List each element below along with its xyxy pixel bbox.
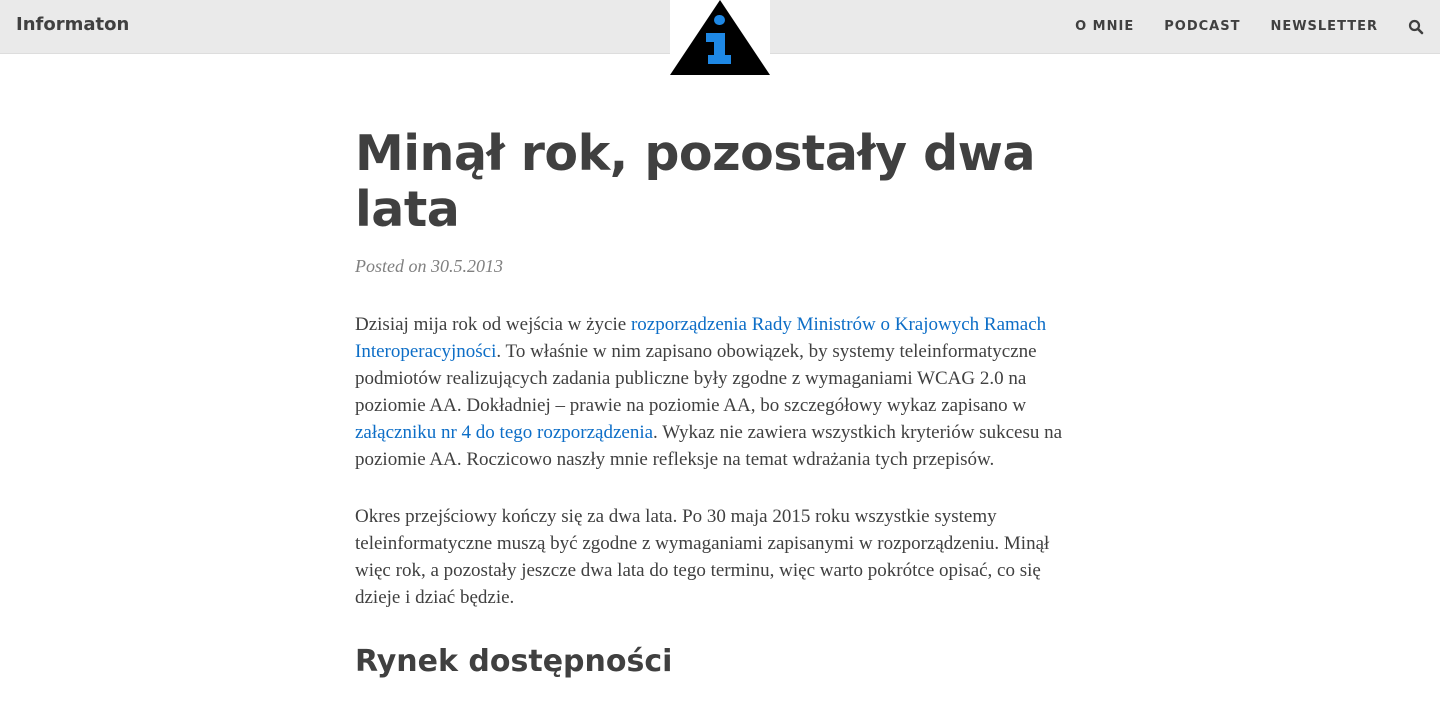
posted-prefix: Posted on [355,256,427,276]
top-navbar: Informaton O MNIE PODCAST NEWSLETTER [0,0,1440,76]
article-paragraph-2: Okres przejściowy kończy się za dwa lata… [355,506,1050,608]
info-triangle-icon [670,0,770,75]
main-nav: O MNIE PODCAST NEWSLETTER [1045,0,1424,53]
post-meta: Posted on 30.5.2013 [355,256,1065,277]
section-heading: Rynek dostępności [355,644,673,679]
search-icon[interactable] [1408,19,1424,35]
nav-link-newsletter[interactable]: NEWSLETTER [1270,19,1378,34]
site-logo[interactable] [670,0,770,76]
article-title: Minął rok, pozostały dwa lata [355,125,1036,238]
post-date: 30.5.2013 [431,256,503,276]
site-brand-link[interactable]: Informaton [16,14,129,35]
link-zalacznik[interactable]: załączniku nr 4 do tego rozporządzenia [355,422,653,443]
paragraph-text: Dzisiaj mija rok od wejścia w życie [355,314,631,335]
article-content: Minął rok, pozostały dwa lata Posted on … [355,126,1065,682]
nav-link-o-mnie[interactable]: O MNIE [1075,19,1134,34]
article-paragraph-1: Dzisiaj mija rok od wejścia w życie rozp… [355,311,1065,473]
nav-link-podcast[interactable]: PODCAST [1164,19,1240,34]
